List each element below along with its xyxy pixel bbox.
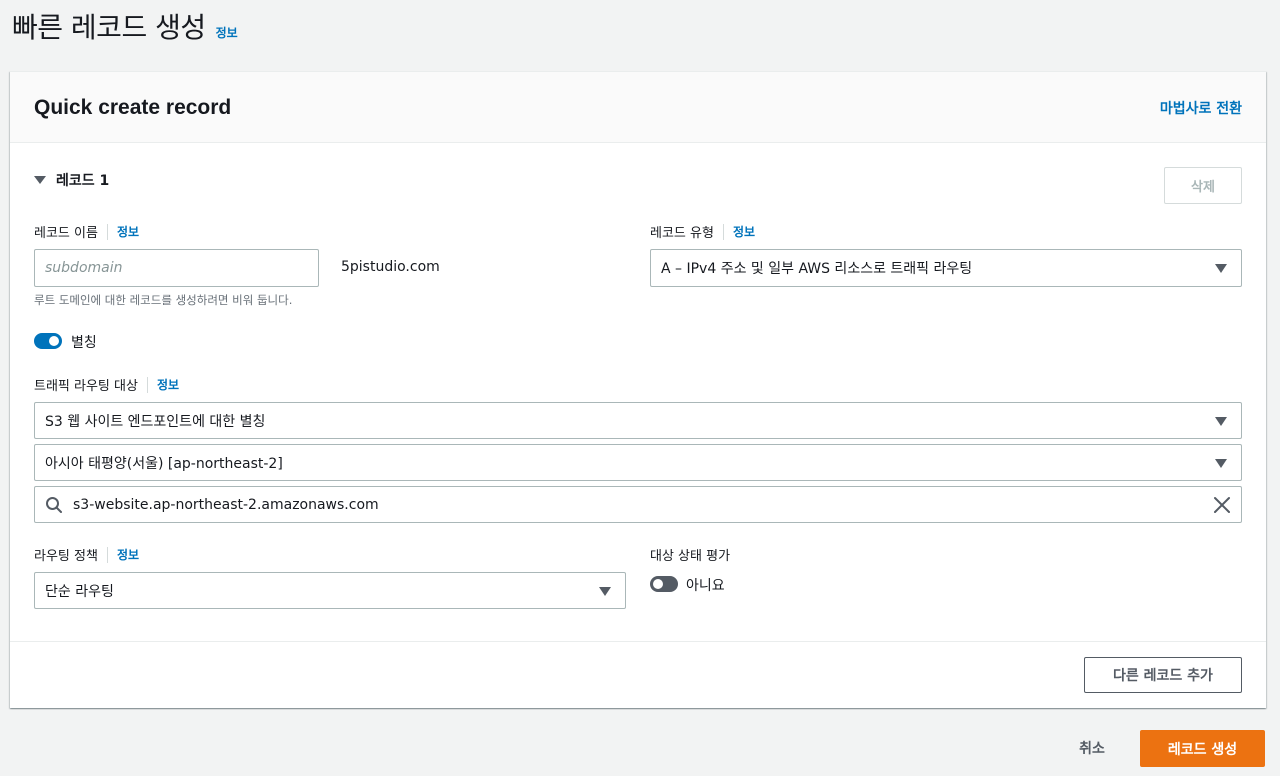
domain-suffix: 5pistudio.com: [341, 259, 440, 275]
add-another-record-button[interactable]: 다른 레코드 추가: [1084, 657, 1242, 693]
record-type-value: A – IPv4 주소 및 일부 AWS 리소스로 트래픽 라우팅: [661, 261, 973, 277]
endpoint-search-input[interactable]: s3-website.ap-northeast-2.amazonaws.com: [34, 486, 1242, 523]
record-name-info-link[interactable]: 정보: [117, 223, 139, 240]
routing-policy-select[interactable]: 단순 라우팅: [34, 572, 626, 609]
dropdown-arrow-icon: [1215, 264, 1227, 273]
alias-toggle[interactable]: [34, 333, 62, 349]
dropdown-arrow-icon: [1215, 416, 1227, 426]
page-header: 빠른 레코드 생성 정보: [12, 6, 238, 50]
record-section-toggle[interactable]: 레코드 1: [34, 170, 109, 190]
switch-to-wizard-link[interactable]: 마법사로 전환: [1160, 98, 1242, 118]
record-name-label: 레코드 이름: [34, 226, 98, 241]
toggle-knob: [49, 336, 59, 346]
dropdown-arrow-icon: [599, 586, 611, 596]
region-value: 아시아 태평양(서울) [ap-northeast-2]: [45, 455, 283, 472]
toggle-knob: [653, 579, 663, 589]
record-type-label-group: 레코드 유형 정보: [650, 222, 755, 241]
health-check-label: 대상 상태 평가: [650, 549, 731, 564]
panel-header: Quick create record 마법사로 전환: [10, 72, 1266, 143]
endpoint-type-select[interactable]: S3 웹 사이트 엔드포인트에 대한 별칭: [34, 402, 1242, 439]
endpoint-type-value: S3 웹 사이트 엔드포인트에 대한 별칭: [45, 413, 266, 430]
target-info-link[interactable]: 정보: [157, 376, 179, 393]
routing-policy-label-group: 라우팅 정책 정보: [34, 545, 139, 564]
record-type-info-link[interactable]: 정보: [733, 223, 755, 240]
record-type-label: 레코드 유형: [650, 226, 714, 241]
panel-footer-divider: [10, 641, 1266, 642]
dropdown-arrow-icon: [1215, 458, 1227, 468]
routing-policy-value: 단순 라우팅: [45, 583, 114, 600]
record-name-hint: 루트 도메인에 대한 레코드를 생성하려면 비워 둡니다.: [34, 293, 293, 307]
record-name-label-group: 레코드 이름 정보: [34, 222, 139, 241]
alias-label: 별칭: [71, 335, 97, 351]
clear-icon[interactable]: [1213, 496, 1231, 514]
delete-record-button[interactable]: 삭제: [1164, 167, 1242, 204]
target-label-group: 트래픽 라우팅 대상 정보: [34, 375, 179, 394]
record-type-select[interactable]: A – IPv4 주소 및 일부 AWS 리소스로 트래픽 라우팅: [650, 249, 1242, 287]
target-label: 트래픽 라우팅 대상: [34, 379, 138, 394]
cancel-button[interactable]: 취소: [1066, 730, 1118, 766]
record-name-input[interactable]: subdomain: [34, 249, 319, 287]
routing-policy-label: 라우팅 정책: [34, 549, 98, 564]
create-records-button[interactable]: 레코드 생성: [1140, 730, 1265, 767]
search-icon: [46, 497, 62, 513]
routing-policy-info-link[interactable]: 정보: [117, 546, 139, 563]
record-title: 레코드 1: [56, 173, 110, 189]
health-check-toggle[interactable]: [650, 576, 678, 592]
panel-title: Quick create record: [34, 96, 232, 119]
page-title: 빠른 레코드 생성: [12, 11, 206, 44]
label-divider: [722, 223, 724, 240]
label-divider: [106, 223, 108, 240]
label-divider: [106, 546, 108, 563]
label-divider: [146, 376, 148, 393]
quick-create-panel: Quick create record 마법사로 전환 레코드 1 삭제 레코드…: [10, 71, 1266, 708]
page-info-link[interactable]: 정보: [216, 24, 238, 41]
health-check-value: 아니요: [686, 578, 725, 594]
endpoint-search-value: s3-website.ap-northeast-2.amazonaws.com: [73, 496, 379, 513]
region-select[interactable]: 아시아 태평양(서울) [ap-northeast-2]: [34, 444, 1242, 481]
caret-down-icon: [34, 176, 46, 184]
